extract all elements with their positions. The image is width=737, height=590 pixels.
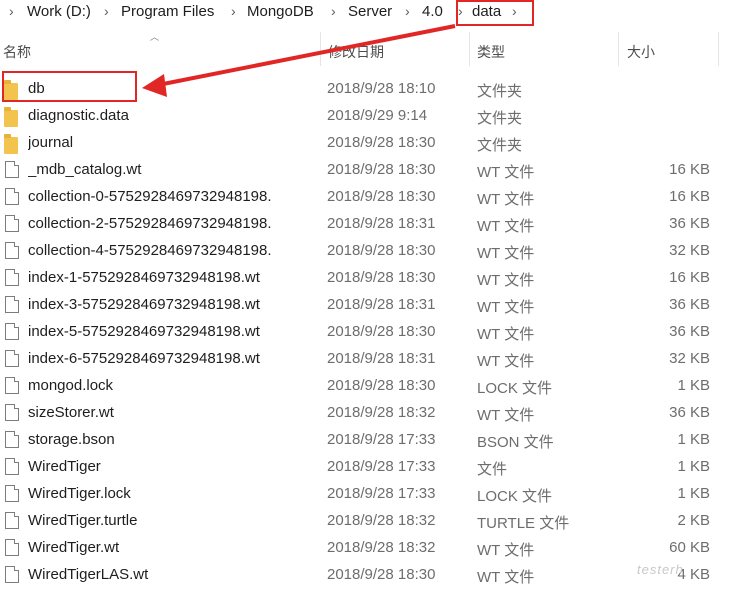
watermark: testerh — [637, 562, 684, 577]
annotation-arrow — [142, 24, 456, 97]
annotation-arrow-line — [157, 24, 456, 87]
annotation-arrow-head — [142, 74, 167, 97]
